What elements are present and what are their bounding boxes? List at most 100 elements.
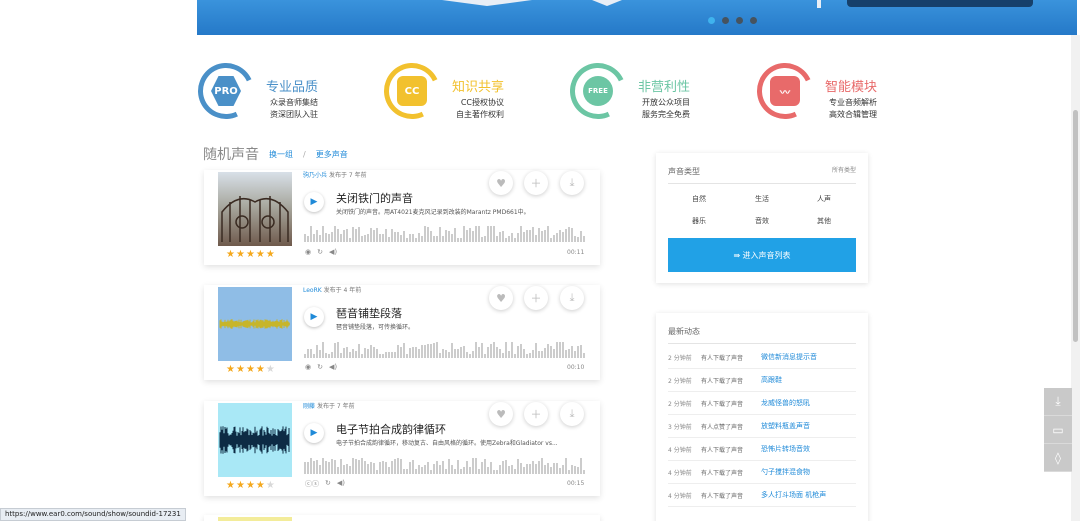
sound-card: ★ ★ ★ ★ ★ 驹乃小兵 发布于 7 年前 ▶ 关闭铁门的声音 关闭铁门的声音。用A… xyxy=(204,170,600,265)
cc-license-icon[interactable]: ⓒⓢ xyxy=(305,479,319,489)
volume-icon[interactable]: ◀) xyxy=(329,363,337,371)
floating-toolbar: ⤓ ▭ ◊ xyxy=(1044,388,1072,472)
drop-icon[interactable]: ◊ xyxy=(1044,444,1072,472)
waveform-thumbnail xyxy=(219,319,290,329)
author-link[interactable]: 驹乃小兵 xyxy=(303,172,327,179)
player-controls: ◉ ↻ ◀) xyxy=(305,248,337,256)
feed-sound-link[interactable]: 放塑料瓶盖声音 xyxy=(761,421,810,431)
feature-title: 智能模块 xyxy=(825,80,878,95)
play-button[interactable]: ▶ xyxy=(304,307,324,327)
sound-thumbnail[interactable] xyxy=(218,403,292,477)
sound-author: LeoRK 发布于 4 年前 xyxy=(303,287,362,294)
record-icon[interactable]: ◉ xyxy=(305,363,311,371)
rating-stars: ★ ★ ★ ★ ★ xyxy=(226,249,275,260)
sound-card: ★ ★ ★ ★ ★ LeoRK 发布于 4 年前 ▶ 琶音铺垫段落 琶音铺垫段落，可传换… xyxy=(204,285,600,380)
feed-item: 2 分钟前 有人下载了声音 高跟鞋 xyxy=(668,369,856,392)
banner-box xyxy=(847,0,1033,7)
category-other[interactable]: 其他 xyxy=(804,216,844,226)
author-link[interactable]: LeoRK xyxy=(303,287,322,294)
pulse-icon: 〰 xyxy=(749,55,821,127)
sound-title[interactable]: 琶音铺垫段落 xyxy=(336,305,402,321)
feed-sound-link[interactable]: 勺子搅拌混食物 xyxy=(761,467,810,477)
category-effects[interactable]: 音效 xyxy=(742,216,782,226)
feed-sound-link[interactable]: 龙威怪兽的怒吼 xyxy=(761,398,810,408)
sound-thumbnail[interactable] xyxy=(218,172,292,246)
like-button[interactable]: ♥ xyxy=(489,171,513,195)
record-icon[interactable]: ◉ xyxy=(305,248,311,256)
download-icon[interactable]: ⤓ xyxy=(1044,388,1072,416)
carousel-dot[interactable] xyxy=(708,17,715,24)
feature-line: 众录音师集结 xyxy=(270,98,319,107)
add-button[interactable]: ＋ xyxy=(524,171,548,195)
category-life[interactable]: 生活 xyxy=(742,194,782,204)
category-voice[interactable]: 人声 xyxy=(804,194,844,204)
duration: 00:15 xyxy=(567,480,585,487)
free-icon: FREE xyxy=(562,55,634,127)
separator: / xyxy=(303,149,306,159)
waveform-thumbnail xyxy=(219,426,290,454)
add-button[interactable]: ＋ xyxy=(524,286,548,310)
feed-sound-link[interactable]: 高跟鞋 xyxy=(761,375,782,385)
download-button[interactable]: ⤓ xyxy=(560,171,584,195)
player-controls: ⓒⓢ ↻ ◀) xyxy=(305,479,345,489)
duration: 00:11 xyxy=(567,249,585,256)
feature-line: 资深团队入驻 xyxy=(270,110,319,119)
feature-line: 开放公众项目 xyxy=(642,98,691,107)
waveform[interactable] xyxy=(304,226,586,242)
sound-title[interactable]: 电子节拍合成韵律循环 xyxy=(336,421,446,437)
enter-sound-list-button[interactable]: ⇛ 进入声音列表 xyxy=(668,238,856,272)
loop-icon[interactable]: ↻ xyxy=(317,363,323,371)
feed-item: 2 分钟前 有人下载了声音 微信新消息提示音 xyxy=(668,346,856,369)
category-nature[interactable]: 自然 xyxy=(679,194,719,204)
play-button[interactable]: ▶ xyxy=(304,192,324,212)
feature-pro: PRO 专业品质 众录音师集结 资深团队入驻 xyxy=(190,55,319,127)
category-instrument[interactable]: 器乐 xyxy=(679,216,719,226)
loop-icon[interactable]: ↻ xyxy=(317,248,323,256)
volume-icon[interactable]: ◀) xyxy=(329,248,337,256)
feed-sound-link[interactable]: 微信新消息提示音 xyxy=(761,352,817,362)
banner-image[interactable] xyxy=(197,0,1077,35)
carousel-dot[interactable] xyxy=(750,17,757,24)
author-link[interactable]: 刚藤 xyxy=(303,403,315,410)
feature-free: FREE 非营利性 开放公众项目 服务完全免费 xyxy=(562,55,691,127)
sound-description: 电子节拍合成韵律循环，移动复古、自由风格的循环。使用Zebra和Gladiato… xyxy=(336,440,558,447)
download-button[interactable]: ⤓ xyxy=(560,286,584,310)
sound-description: 琶音铺垫段落，可传换循环。 xyxy=(336,324,415,331)
volume-icon[interactable]: ◀) xyxy=(337,479,345,489)
feed-item: 2 分钟前 有人下载了声音 龙威怪兽的怒吼 xyxy=(668,392,856,415)
divider xyxy=(668,343,856,344)
banner-decoration xyxy=(817,0,821,8)
feature-title: 非营利性 xyxy=(638,80,691,95)
scrollbar-thumb[interactable] xyxy=(1073,110,1078,342)
add-button[interactable]: ＋ xyxy=(524,402,548,426)
feed-sound-link[interactable]: 多人打斗场面 机枪声 xyxy=(761,490,826,500)
feed-item: 4 分钟前 有人下载了声音 勺子搅拌混食物 xyxy=(668,461,856,484)
waveform[interactable] xyxy=(304,342,586,358)
waveform[interactable] xyxy=(304,458,586,474)
more-sounds-link[interactable]: 更多声音 xyxy=(316,149,348,160)
duration: 00:10 xyxy=(567,364,585,371)
feature-line: 自主著作权利 xyxy=(456,110,505,119)
types-title: 声音类型 xyxy=(668,167,700,176)
feature-smart: 〰 智能模块 专业音频解析 高效合辑管理 xyxy=(749,55,878,127)
all-types-link[interactable]: 所有类型 xyxy=(832,165,856,174)
random-sounds-header: 随机声音 换一组 / 更多声音 xyxy=(203,144,348,164)
sound-thumbnail[interactable] xyxy=(218,517,292,521)
sound-author: 刚藤 发布于 7 年前 xyxy=(303,403,355,410)
feed-sound-link[interactable]: 恐怖片转场音效 xyxy=(761,444,810,454)
carousel-dot[interactable] xyxy=(722,17,729,24)
carousel-dot[interactable] xyxy=(736,17,743,24)
play-button[interactable]: ▶ xyxy=(304,423,324,443)
like-button[interactable]: ♥ xyxy=(489,402,513,426)
download-button[interactable]: ⤓ xyxy=(560,402,584,426)
sound-thumbnail[interactable] xyxy=(218,287,292,361)
feed-title: 最新动态 xyxy=(668,327,700,336)
sound-card xyxy=(204,515,600,521)
sound-title[interactable]: 关闭铁门的声音 xyxy=(336,190,413,206)
sound-card: ★ ★ ★ ★ ★ 刚藤 发布于 7 年前 ▶ 电子节拍合成韵律循环 电子节拍合成韵律循… xyxy=(204,401,600,496)
like-button[interactable]: ♥ xyxy=(489,286,513,310)
comment-icon[interactable]: ▭ xyxy=(1044,416,1072,444)
refresh-link[interactable]: 换一组 xyxy=(269,149,293,160)
feature-line: 专业音频解析 xyxy=(829,98,878,107)
loop-icon[interactable]: ↻ xyxy=(325,479,331,489)
